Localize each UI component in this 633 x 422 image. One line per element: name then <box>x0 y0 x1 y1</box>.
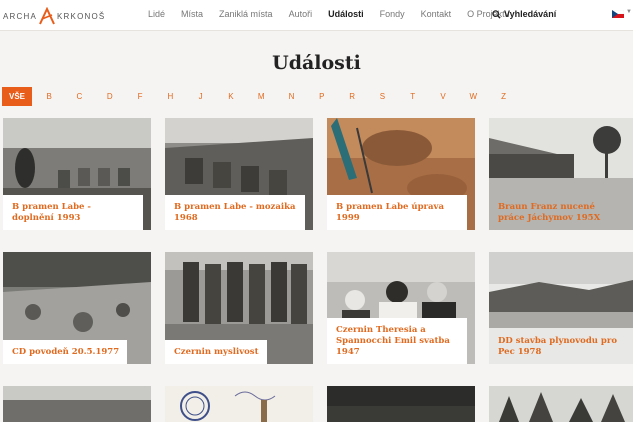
nav-item-udalosti[interactable]: Události <box>328 9 364 19</box>
event-title[interactable]: B pramen Labe úprava 1999 <box>327 195 467 230</box>
letter-filter-j[interactable]: J <box>185 92 215 101</box>
event-title[interactable]: Braun Franz nucené práce Jáchymov 195X <box>489 195 629 230</box>
event-photo <box>327 386 475 422</box>
event-title[interactable]: Czernin Theresia a Spannocchi Emil svatb… <box>327 318 467 364</box>
event-card[interactable]: B pramen Labe - doplnění 1993 <box>3 118 151 230</box>
event-card[interactable]: DD stavba plynovodu pro Pec 1978 <box>489 252 633 364</box>
search-icon <box>492 9 501 19</box>
nav-item-kontakt[interactable]: Kontakt <box>421 9 452 19</box>
main-nav: Lidé Místa Zaniklá místa Autoři Události… <box>148 9 526 19</box>
logo-text-left: ARCHA <box>3 11 38 21</box>
nav-item-mista[interactable]: Místa <box>181 9 203 19</box>
letter-filter-r[interactable]: R <box>337 92 367 101</box>
letter-filter-s[interactable]: S <box>367 92 397 101</box>
letter-filter-h[interactable]: H <box>155 92 185 101</box>
letter-filter-n[interactable]: N <box>276 92 306 101</box>
event-title[interactable]: Czernin myslivost <box>165 340 267 364</box>
event-title[interactable]: B pramen Labe - mozaika 1968 <box>165 195 305 230</box>
event-photo <box>489 386 633 422</box>
letter-filter-v[interactable]: V <box>428 92 458 101</box>
event-card[interactable] <box>165 386 313 422</box>
event-card[interactable] <box>327 386 475 422</box>
event-title[interactable]: B pramen Labe - doplnění 1993 <box>3 195 143 230</box>
letter-filter-z[interactable]: Z <box>488 92 518 101</box>
event-title[interactable]: DD stavba plynovodu pro Pec 1978 <box>489 329 629 364</box>
event-card[interactable]: B pramen Labe - mozaika 1968 <box>165 118 313 230</box>
letter-filter-all[interactable]: VŠE <box>2 87 32 106</box>
letter-filter-p[interactable]: P <box>307 92 337 101</box>
event-card[interactable]: Braun Franz nucené práce Jáchymov 195X <box>489 118 633 230</box>
search-button[interactable]: Vyhledávání <box>492 9 556 19</box>
czech-flag-icon <box>612 10 624 18</box>
letter-filter-m[interactable]: M <box>246 92 276 101</box>
letter-filter-d[interactable]: D <box>95 92 125 101</box>
event-card[interactable] <box>489 386 633 422</box>
event-card[interactable]: CD povodeň 20.5.1977 <box>3 252 151 364</box>
page-title: Události <box>272 52 361 74</box>
event-card[interactable] <box>3 386 151 422</box>
event-photo <box>165 386 313 422</box>
letter-filter-k[interactable]: K <box>216 92 246 101</box>
letter-filter-b[interactable]: B <box>34 92 64 101</box>
language-selector[interactable] <box>612 10 624 18</box>
event-title[interactable]: CD povodeň 20.5.1977 <box>3 340 128 364</box>
letter-filter-t[interactable]: T <box>398 92 428 101</box>
nav-item-lide[interactable]: Lidé <box>148 9 165 19</box>
letter-filter-w[interactable]: W <box>458 92 488 101</box>
event-card[interactable]: B pramen Labe úprava 1999 <box>327 118 475 230</box>
letter-filter-c[interactable]: C <box>64 92 94 101</box>
search-label: Vyhledávání <box>504 9 557 19</box>
event-card[interactable]: Czernin myslivost <box>165 252 313 364</box>
nav-item-autori[interactable]: Autoři <box>289 9 313 19</box>
logo-text-right: KRKONOŠ <box>57 11 106 21</box>
chevron-down-icon[interactable]: ▼ <box>626 9 632 15</box>
site-header: ARCHA KRKONOŠ Lidé Místa Zaniklá místa A… <box>0 0 633 31</box>
letter-filter: VŠE B C D F H J K M N P R S T V W Z <box>2 87 519 106</box>
site-logo[interactable]: ARCHA KRKONOŠ <box>3 6 105 26</box>
event-card[interactable]: Czernin Theresia a Spannocchi Emil svatb… <box>327 252 475 364</box>
letter-filter-f[interactable]: F <box>125 92 155 101</box>
nav-item-fondy[interactable]: Fondy <box>380 9 405 19</box>
nav-item-zanikla-mista[interactable]: Zaniklá místa <box>219 9 273 19</box>
event-photo <box>3 386 151 422</box>
logo-mountain-icon <box>39 7 55 25</box>
